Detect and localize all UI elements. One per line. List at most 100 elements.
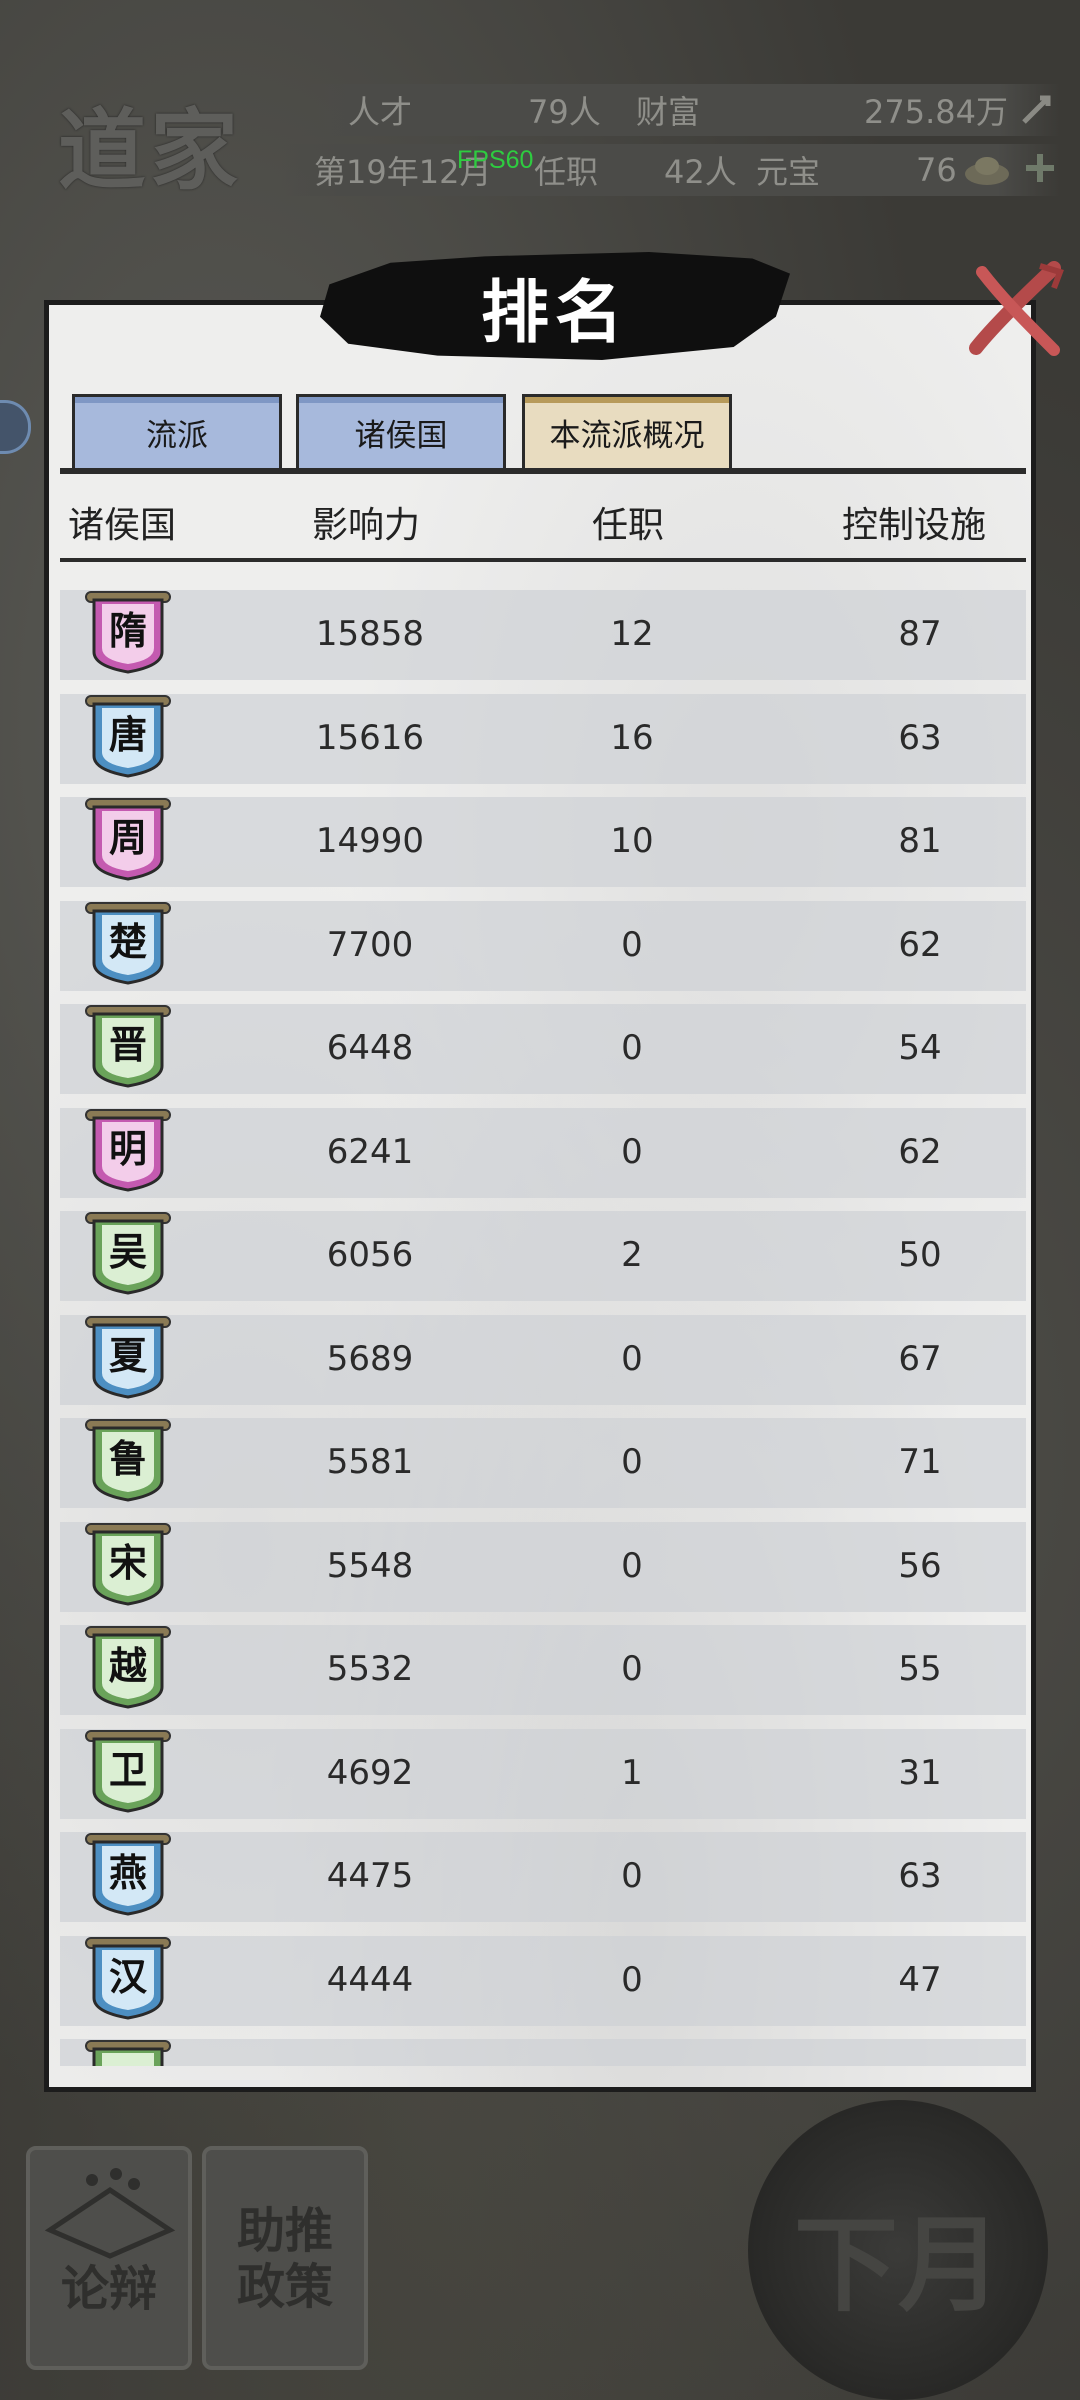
- state-flag-icon: 燕: [82, 1828, 174, 1918]
- col-header-office: 任职: [592, 505, 665, 546]
- state-flag-icon: 隋: [82, 586, 174, 676]
- state-flag-icon: 明: [82, 1104, 174, 1194]
- office-value: 0: [621, 1545, 643, 1586]
- facilities-value: 71: [898, 1442, 942, 1482]
- state-flag-icon: 卫: [82, 1725, 174, 1815]
- state-name: 吴: [108, 1229, 147, 1274]
- ranking-table[interactable]: 隋 15858 12 87 唐 15616 16 63 周 14990 10 81 楚 7700 0 62 晋 6…: [60, 580, 1026, 2066]
- office-value: 0: [621, 924, 643, 965]
- policy-button[interactable]: 助推 政策: [202, 2146, 368, 2370]
- facilities-value: 67: [898, 1338, 942, 1379]
- next-month-button[interactable]: 下月: [748, 2100, 1048, 2400]
- yuanbao-value: 76: [916, 151, 957, 189]
- col-header-influence: 影响力: [312, 505, 421, 546]
- talent-value: 79人: [528, 93, 601, 131]
- state-flag-icon: 夏: [82, 1311, 174, 1401]
- state-name: 唐: [108, 711, 147, 757]
- stat-row-1: 人才 79人 财富 275.84万: [300, 84, 1060, 136]
- wealth-value: 275.84万: [864, 93, 1008, 131]
- table-row[interactable]: 汉 4444 0 47: [60, 1935, 1026, 2026]
- state-name: 卫: [108, 1746, 147, 1792]
- table-row[interactable]: 明 6241 0 62: [60, 1107, 1026, 1198]
- state-name: 明: [108, 1125, 147, 1171]
- influence-value: 15616: [315, 717, 425, 758]
- facilities-value: 63: [898, 1856, 942, 1896]
- table-row[interactable]: 越 5532 0 55: [60, 1625, 1026, 1715]
- table-row[interactable]: 楚 7700 0 62: [60, 900, 1026, 991]
- close-button[interactable]: [962, 258, 1066, 362]
- state-name: 汉: [108, 1953, 147, 1999]
- table-row[interactable]: 夏 5689 0 67: [60, 1314, 1026, 1405]
- influence-value: 7700: [326, 924, 414, 965]
- yuanbao-add-icon[interactable]: [1022, 150, 1058, 194]
- state-flag-icon: 唐: [82, 690, 174, 780]
- header-divider: [60, 558, 1026, 562]
- tab-school-label: 流派: [146, 418, 208, 454]
- debate-button[interactable]: 论辩: [26, 2146, 192, 2370]
- office-value: 0: [621, 1028, 643, 1068]
- facilities-value: 81: [898, 821, 942, 861]
- influence-value: 14990: [315, 821, 425, 861]
- influence-value: 5689: [326, 1338, 414, 1379]
- top-status-bar: 道家 人才 79人 财富 275.84万 第19年12月 任职 42人 元宝 7…: [0, 60, 1080, 210]
- stat-row-2: 第19年12月 任职 42人 元宝 76: [280, 144, 1060, 196]
- talent-label: 人才: [348, 93, 413, 131]
- table-row[interactable]: 晋 6448 0 54: [60, 1004, 1026, 1094]
- influence-value: 5548: [326, 1545, 414, 1586]
- table-row[interactable]: [60, 2039, 1026, 2066]
- state-flag-icon: 周: [82, 793, 174, 883]
- table-row[interactable]: 燕 4475 0 63: [60, 1832, 1026, 1922]
- influence-value: 6056: [326, 1235, 414, 1275]
- office-value: 12: [610, 614, 654, 654]
- state-name: 鲁: [108, 1436, 147, 1481]
- tab-school-overview[interactable]: 本流派概况: [522, 394, 732, 468]
- influence-value: 6448: [326, 1028, 414, 1068]
- wealth-add-icon[interactable]: [1018, 92, 1054, 136]
- facilities-value: 62: [898, 1131, 942, 1172]
- wealth-label: 财富: [636, 93, 701, 131]
- state-flag-icon: 越: [82, 1621, 174, 1711]
- next-month-label: 下月: [793, 2203, 1002, 2326]
- state-flag-icon: 晋: [82, 1000, 174, 1090]
- facilities-value: 87: [898, 614, 942, 654]
- tab-school[interactable]: 流派: [72, 394, 282, 468]
- state-name: 周: [108, 815, 147, 860]
- table-row[interactable]: 宋 5548 0 56: [60, 1521, 1026, 1612]
- yuanbao-icon: [962, 150, 1012, 198]
- office-value: 10: [610, 821, 654, 861]
- table-row[interactable]: 周 14990 10 81: [60, 797, 1026, 887]
- influence-value: 4444: [326, 1959, 414, 2000]
- table-row[interactable]: 吴 6056 2 50: [60, 1211, 1026, 1301]
- close-icon: [969, 261, 1064, 356]
- panel-title: 排名: [480, 272, 629, 353]
- table-row[interactable]: 卫 4692 1 31: [60, 1728, 1026, 1819]
- policy-label-line2: 政策: [236, 2259, 333, 2315]
- influence-value: 6241: [326, 1131, 414, 1172]
- office-value: 1: [621, 1752, 643, 1793]
- influence-value: 5532: [326, 1649, 414, 1689]
- state-name: 宋: [108, 1539, 147, 1585]
- office-value: 0: [621, 1959, 643, 2000]
- facilities-value: 31: [898, 1752, 942, 1793]
- office-label: 任职: [534, 153, 599, 191]
- state-flag-icon: 楚: [82, 897, 174, 987]
- yuanbao-label: 元宝: [756, 153, 821, 191]
- office-value: 0: [621, 1649, 643, 1689]
- sect-title: 道家: [58, 98, 243, 202]
- facilities-value: 63: [898, 717, 942, 758]
- facilities-value: 54: [898, 1028, 942, 1068]
- influence-value: 5581: [326, 1442, 414, 1482]
- col-header-facilities: 控制设施: [842, 505, 987, 546]
- office-value: 0: [621, 1338, 643, 1379]
- table-row[interactable]: 隋 15858 12 87: [60, 590, 1026, 680]
- state-flag-icon: 汉: [82, 1932, 174, 2022]
- tab-states[interactable]: 诸侯国: [296, 394, 506, 468]
- table-row[interactable]: 鲁 5581 0 71: [60, 1418, 1026, 1508]
- table-row[interactable]: 唐 15616 16 63: [60, 693, 1026, 784]
- state-name: 燕: [108, 1850, 147, 1895]
- state-flag-icon: [82, 2035, 174, 2066]
- office-value: 16: [610, 717, 654, 758]
- office-value: 0: [621, 1856, 643, 1896]
- debate-label: 论辩: [60, 2261, 158, 2317]
- fps-counter: FPS60: [457, 146, 534, 174]
